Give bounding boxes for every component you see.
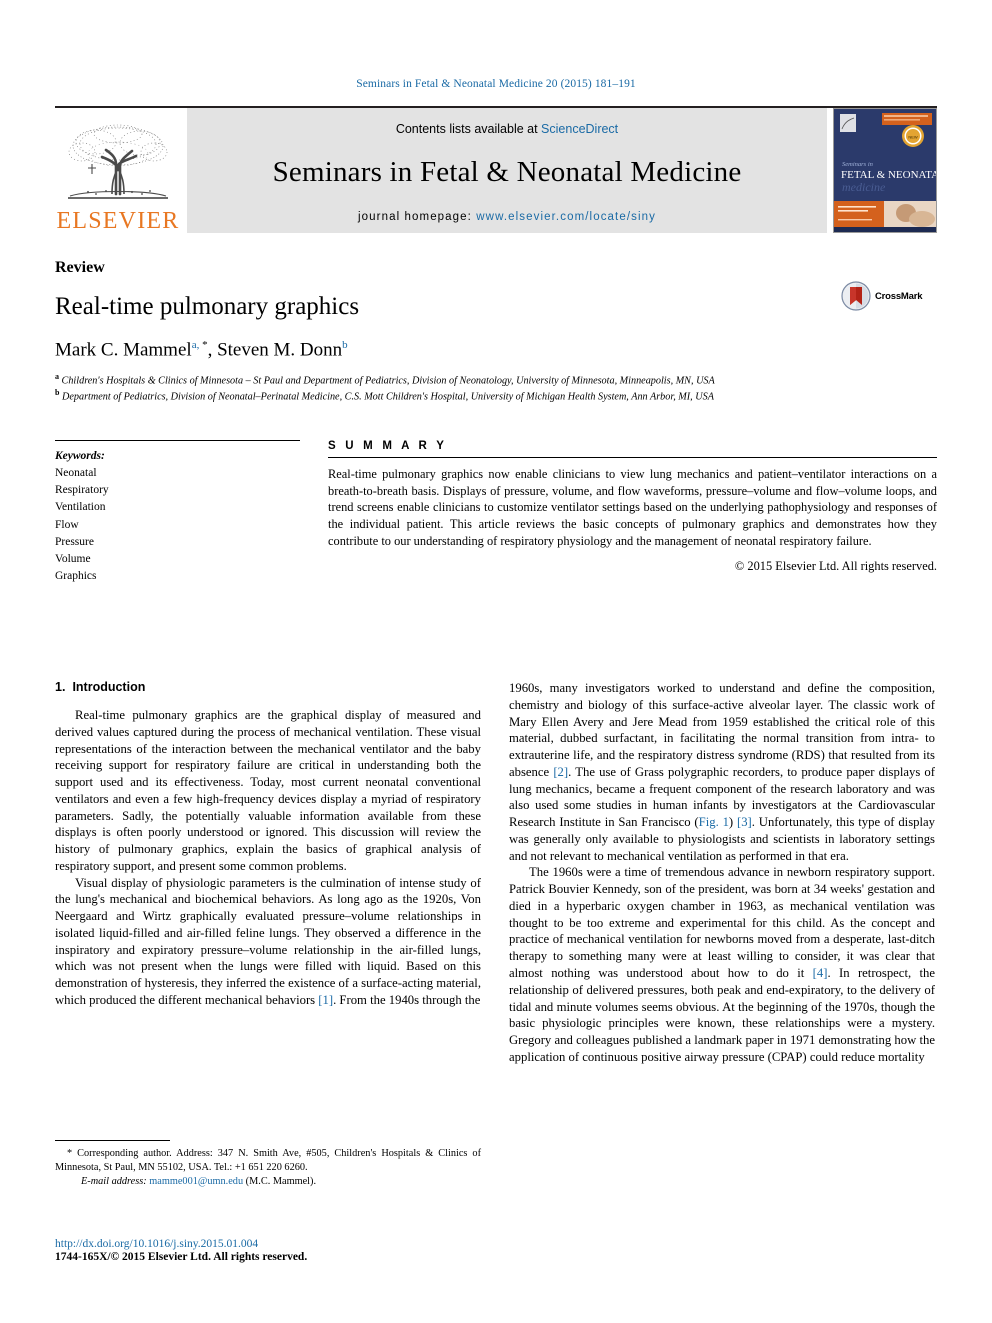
author-name-2: Steven M. Donn — [217, 338, 343, 360]
figure-link[interactable]: Fig. 1 — [699, 815, 729, 829]
journal-cover-thumbnail: NEW Seminars in FETAL & NEONATAL medicin… — [833, 108, 937, 233]
affiliation-a-marker: a — [55, 371, 59, 381]
contents-prefix: Contents lists available at — [395, 122, 542, 136]
section-title: Introduction — [72, 680, 146, 694]
paragraph: Real-time pulmonary graphics are the gra… — [55, 708, 481, 873]
svg-text:Seminars in: Seminars in — [842, 161, 873, 168]
journal-masthead: ELSEVIER Contents lists available at Sci… — [55, 106, 937, 233]
email-label: E-mail address: — [81, 1176, 147, 1187]
paragraph-text-tail: . In retrospect, the relationship of del… — [509, 966, 936, 1064]
keywords-column: Keywords: Neonatal Respiratory Ventilati… — [55, 439, 300, 586]
citation-link[interactable]: [2] — [553, 765, 568, 779]
paragraph: 1960s, many investigators worked to unde… — [509, 680, 935, 864]
article-footer: http://dx.doi.org/10.1016/j.siny.2015.01… — [55, 1238, 555, 1263]
summary-heading: S U M M A R Y — [328, 439, 448, 452]
article-page: Seminars in Fetal & Neonatal Medicine 20… — [0, 0, 992, 1323]
email-link[interactable]: mamme001@umn.edu — [149, 1176, 243, 1187]
body-column-left: 1. Introduction Real-time pulmonary graph… — [55, 680, 481, 1066]
article-type: Review — [55, 259, 105, 276]
paragraph-text-tail: . From the 1940s through the — [333, 993, 481, 1008]
running-head: Seminars in Fetal & Neonatal Medicine 20… — [356, 78, 636, 90]
issn-copyright-line: 1744-165X/© 2015 Elsevier Ltd. All right… — [55, 1251, 308, 1263]
journal-title: Seminars in Fetal & Neonatal Medicine — [272, 156, 742, 188]
elsevier-tree-icon — [68, 124, 168, 199]
abstract-zone: Keywords: Neonatal Respiratory Ventilati… — [55, 439, 937, 586]
author-name-1: Mark C. Mammel — [55, 338, 192, 360]
keyword-item: Neonatal — [55, 466, 97, 479]
summary-text: Real-time pulmonary graphics now enable … — [328, 466, 937, 549]
svg-text:NEW: NEW — [908, 135, 918, 140]
affiliation-b: b Department of Pediatrics, Division of … — [55, 388, 937, 404]
keyword-item: Flow — [55, 518, 79, 531]
footnote-address-text: Corresponding author. Address: 347 N. Sm… — [55, 1148, 481, 1173]
summary-copyright: © 2015 Elsevier Ltd. All rights reserved… — [734, 559, 937, 574]
footnote-marker: * — [67, 1148, 73, 1159]
affiliation-marker-a[interactable]: a, — [192, 339, 202, 351]
paragraph-text: The 1960s were a time of tremendous adva… — [509, 865, 935, 981]
summary-column: S U M M A R Y Real-time pulmonary graphi… — [328, 440, 937, 586]
contents-list-line: Contents lists available at ScienceDirec… — [396, 122, 618, 136]
keyword-item: Pressure — [55, 535, 94, 548]
author-separator: , — [207, 338, 218, 360]
keywords-heading: Keywords: — [55, 449, 105, 462]
summary-rule — [328, 456, 937, 458]
footnote-email-line: E-mail address: mamme001@umn.edu (M.C. M… — [55, 1176, 481, 1187]
paragraph: Visual display of physiologic parameters… — [55, 875, 481, 1009]
paragraph-text: Visual display of physiologic parameters… — [55, 875, 481, 1008]
keyword-item: Graphics — [55, 570, 97, 583]
citation-link[interactable]: [4] — [813, 966, 828, 980]
affiliation-a: a Children's Hospitals & Clinics of Minn… — [55, 372, 937, 388]
section-number: 1. — [55, 680, 66, 694]
citation-link[interactable]: [1] — [318, 993, 333, 1007]
footnote-address: * Corresponding author. Address: 347 N. … — [55, 1147, 481, 1175]
affiliation-b-text: Department of Pediatrics, Division of Ne… — [62, 391, 714, 403]
paragraph-text: ) — [728, 815, 737, 830]
homepage-label: journal homepage: — [358, 211, 477, 223]
author-list: Mark C. Mammela, *, Steven M. Donnb — [55, 339, 937, 361]
body-column-right: 1960s, many investigators worked to unde… — [509, 680, 935, 1066]
keywords-rule — [55, 439, 300, 441]
article-body: 1. Introduction Real-time pulmonary graph… — [55, 680, 937, 1066]
section-heading-introduction: 1. Introduction — [55, 680, 481, 694]
elsevier-logo: ELSEVIER — [55, 108, 181, 233]
homepage-url-link[interactable]: www.elsevier.com/locate/siny — [476, 211, 656, 223]
keyword-item: Ventilation — [55, 501, 106, 514]
article-title-block: CrossMark Review Real-time pulmonary gra… — [55, 259, 937, 404]
journal-homepage-line: journal homepage: www.elsevier.com/locat… — [358, 211, 656, 223]
affiliation-b-marker: b — [55, 387, 60, 397]
cover-artwork: NEW Seminars in FETAL & NEONATAL medicin… — [834, 109, 936, 232]
corresponding-author-footnote: * Corresponding author. Address: 347 N. … — [55, 1140, 481, 1187]
svg-text:medicine: medicine — [842, 180, 886, 194]
crossmark-label: CrossMark — [875, 290, 923, 302]
journal-band: Contents lists available at ScienceDirec… — [187, 108, 827, 233]
affiliation-marker-b[interactable]: b — [342, 339, 348, 351]
footnote-rule — [55, 1140, 170, 1141]
keyword-item: Volume — [55, 553, 91, 566]
page-title: Real-time pulmonary graphics — [55, 293, 360, 320]
crossmark-badge[interactable]: CrossMark — [841, 281, 937, 311]
citation-link[interactable]: [3] — [737, 815, 752, 829]
keyword-item: Respiratory — [55, 484, 109, 497]
crossmark-icon — [841, 281, 871, 311]
email-suffix: (M.C. Mammel). — [243, 1176, 317, 1187]
affiliation-a-text: Children's Hospitals & Clinics of Minnes… — [61, 375, 715, 387]
elsevier-wordmark: ELSEVIER — [56, 208, 180, 234]
paragraph: The 1960s were a time of tremendous adva… — [509, 864, 935, 1065]
doi-link[interactable]: http://dx.doi.org/10.1016/j.siny.2015.01… — [55, 1238, 555, 1250]
sciencedirect-link[interactable]: ScienceDirect — [541, 122, 618, 136]
